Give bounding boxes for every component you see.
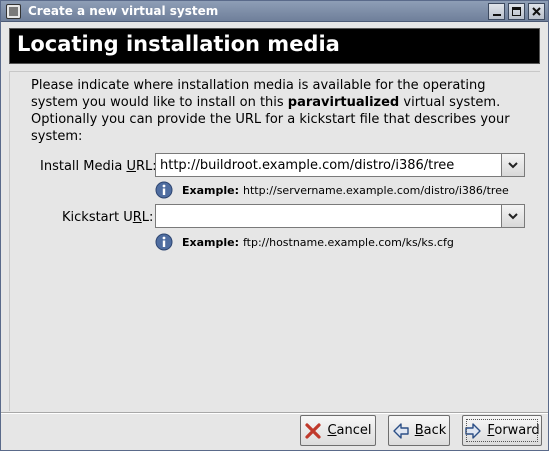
install-media-url-dropdown-button[interactable] [501,153,525,177]
intro-bold: paravirtualized [287,95,400,110]
install-media-label-after: RL: [135,159,157,174]
content-area: Please indicate where installation media… [9,71,540,411]
forward-label-rest: orward [494,423,540,438]
forward-button[interactable]: Forward [462,415,542,446]
footer-separator [1,412,548,414]
kickstart-url-combo [155,204,525,228]
back-label: Back [415,423,447,438]
install-media-hint-text: http://servername.example.com/distro/i38… [243,183,509,197]
arrow-left-icon [393,422,409,439]
arrow-right-icon [465,422,482,439]
minimize-icon [492,13,501,16]
maximize-icon [512,7,521,16]
kickstart-url-input[interactable] [155,204,501,228]
cancel-button[interactable]: Cancel [300,415,376,446]
minimize-button[interactable] [488,3,505,20]
chevron-down-icon [508,212,518,219]
install-media-url-label: Install Media URL: [40,159,157,174]
title-bar[interactable]: Create a new virtual system [1,1,548,22]
kickstart-hint-label: Example: [182,235,239,249]
kickstart-url-dropdown-button[interactable] [501,204,525,228]
dialog-window: Create a new virtual system Locating ins… [0,0,549,451]
back-button[interactable]: Back [388,415,450,446]
info-icon [155,233,173,251]
window-icon[interactable] [6,4,21,19]
install-media-hint-label: Example: [182,183,239,197]
cancel-mnemonic: C [327,423,337,438]
cancel-label: Cancel [327,423,371,438]
install-media-url-hint: Example: http://servername.example.com/d… [155,181,509,199]
kickstart-url-label: Kickstart URL: [62,210,153,225]
kickstart-label-before: Kickstart U [62,210,133,225]
cancel-label-rest: ancel [336,423,372,438]
close-button[interactable] [528,3,545,20]
install-media-label-mnemonic: U [126,159,136,174]
close-icon [532,7,541,16]
kickstart-hint-text: ftp://hostname.example.com/ks/ks.cfg [243,235,454,249]
cancel-x-icon [305,422,322,439]
chevron-down-icon [508,161,518,168]
page-title: Locating installation media [17,32,340,56]
window-title: Create a new virtual system [28,4,219,18]
info-icon [155,181,173,199]
back-label-rest: ack [423,423,447,438]
forward-label: Forward [487,423,539,438]
page-banner: Locating installation media [9,28,540,64]
maximize-button[interactable] [508,3,525,20]
install-media-url-combo [155,153,525,177]
kickstart-label-after: L: [141,210,154,225]
back-mnemonic: B [414,423,424,438]
install-media-label-before: Install Media [40,159,127,174]
kickstart-url-hint: Example: ftp://hostname.example.com/ks/k… [155,233,454,251]
kickstart-label-mnemonic: R [132,210,142,225]
install-media-url-input[interactable] [155,153,501,177]
intro-text: Please indicate where installation media… [31,77,531,145]
